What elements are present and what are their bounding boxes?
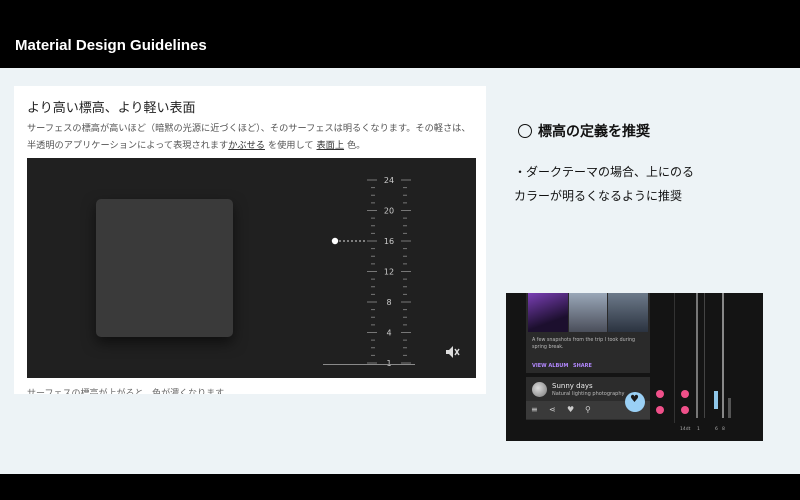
recommendation-title-text: 標高の定義を推奨 [538, 124, 650, 140]
ruler-label: 16 [384, 237, 394, 246]
album-photo-1 [528, 293, 568, 332]
page-title: Material Design Guidelines [15, 37, 207, 54]
marker-2 [656, 406, 664, 414]
on-surface-link[interactable]: 表面上 [316, 140, 344, 151]
overlay-link[interactable]: かぶせる [228, 140, 265, 151]
sunny-days-title: Sunny days [552, 382, 593, 390]
album-photo-3 [608, 293, 648, 332]
ruler-baseline [323, 364, 415, 365]
elevation-bar-1 [696, 293, 698, 418]
bottom-bar [0, 474, 800, 500]
doc-body: サーフェスの標高が高いほど（暗黙の光源に近づくほど）、そのサーフェスは明るくなり… [27, 120, 475, 154]
recommendation-line-1: ・ダークテーマの場合、上にのる [514, 165, 695, 179]
ruler-label: 24 [384, 176, 394, 185]
heart-icon[interactable]: ♥ [567, 405, 574, 414]
elevation-ruler[interactable]: 24201612841 [327, 170, 427, 366]
elevation-demo: 24 20 16 12 8 4 1 [27, 158, 476, 378]
sunny-days-subtitle: Natural lighting photography [552, 391, 625, 397]
album-card: A few snapshots from the trip I took dur… [526, 293, 650, 373]
circle-icon [518, 124, 532, 138]
guideline-doc-card: より高い標高、より軽い表面 サーフェスの標高が高いほど（暗黙の光源に近づくほど）… [14, 86, 486, 394]
search-icon[interactable]: ⚲ [585, 405, 591, 414]
ruler-label: 12 [384, 268, 394, 277]
marker-1 [656, 390, 664, 398]
recommendation-title: 標高の定義を推奨 [518, 121, 650, 141]
share-button[interactable]: SHARE [573, 363, 592, 369]
album-card-text: A few snapshots from the trip I took dur… [532, 338, 636, 350]
elevation-bar-2 [704, 293, 705, 418]
ruler-label: 20 [384, 207, 394, 216]
scale-label-2: 1 [697, 427, 700, 432]
scale-label-4: 8 [722, 427, 725, 432]
avatar [532, 382, 547, 397]
elevation-bar-5 [728, 398, 731, 418]
doc-cut-text: サーフェスの標高が上がると、色が濃くなります [27, 389, 225, 394]
elevation-bar-3 [714, 391, 718, 409]
title-bar: Material Design Guidelines [0, 0, 800, 68]
ruler-label: 8 [386, 298, 391, 307]
elevated-surface [96, 199, 233, 337]
share-icon[interactable]: ⋖ [549, 405, 556, 414]
recommendation-line-2: カラーが明るくなるように推奨 [514, 189, 683, 203]
elevation-bar-4 [722, 293, 724, 418]
album-photo-2 [569, 293, 607, 332]
marker-3 [681, 390, 689, 398]
scale-label-3: 6 [715, 427, 718, 432]
marker-4 [681, 406, 689, 414]
doc-heading: より高い標高、より軽い表面 [27, 101, 196, 116]
doc-body-mid: を使用して [264, 140, 317, 151]
view-album-button[interactable]: VIEW ALBUM [532, 363, 568, 369]
scale-label-1: 14dt [680, 427, 691, 432]
scale-line [674, 293, 675, 423]
dark-theme-screenshot: A few snapshots from the trip I took dur… [506, 293, 763, 441]
menu-icon[interactable]: ≡ [531, 405, 538, 414]
doc-body-end: 色。 [344, 140, 366, 151]
ruler-label: 4 [386, 329, 391, 338]
heart-fab-icon[interactable] [625, 392, 645, 412]
elevation-handle[interactable] [331, 237, 339, 245]
mute-icon[interactable] [444, 344, 460, 360]
